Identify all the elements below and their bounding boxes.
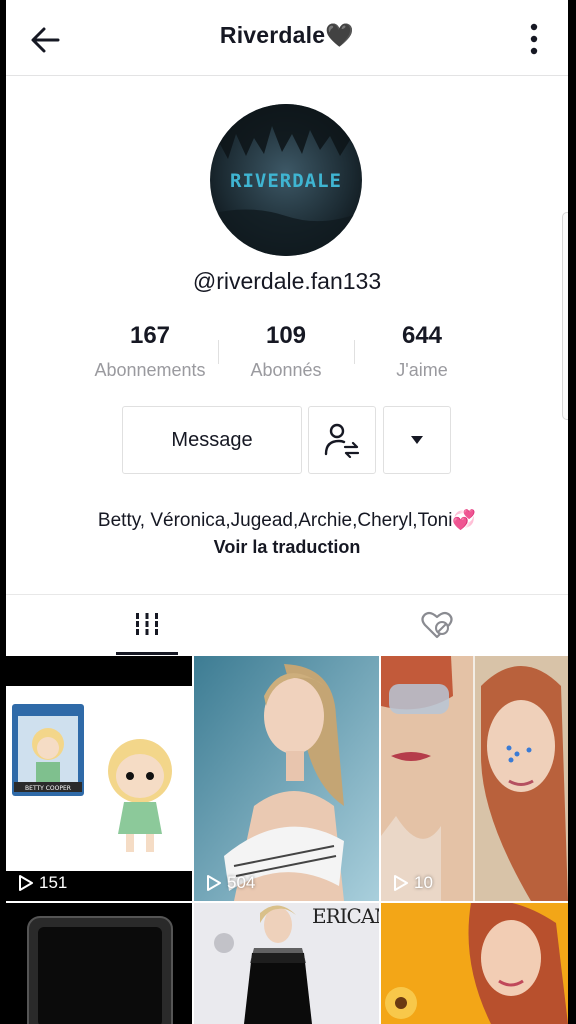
more-options-button[interactable]: [528, 22, 540, 56]
more-vertical-icon: [530, 23, 538, 55]
video-thumbnail: BETTY COOPER: [6, 686, 192, 871]
followers-label: Abonnés: [250, 360, 322, 380]
stat-followers[interactable]: 109 Abonnés: [236, 322, 336, 381]
figure-box-text: BETTY COOPER: [25, 785, 71, 792]
stat-divider: [218, 340, 219, 364]
page-title: Riverdale🖤: [219, 22, 355, 48]
video-tile[interactable]: [6, 903, 192, 1024]
scroll-handle[interactable]: [562, 212, 568, 420]
view-count: 504: [206, 873, 255, 893]
translate-link[interactable]: Voir la traduction: [6, 537, 568, 558]
play-icon: [19, 875, 33, 891]
avatar-image: RIVERDALE: [210, 104, 362, 256]
video-thumbnail: ERICAN MUSIC RDS: [194, 903, 379, 1024]
content-tabs: [6, 594, 568, 656]
tab-liked[interactable]: [406, 595, 468, 655]
stat-divider: [354, 340, 355, 364]
tile-overlay-text: ERICAN MUSIC RDS: [312, 904, 379, 928]
following-count: 167: [129, 322, 171, 349]
play-icon: [207, 875, 221, 891]
suggestions-dropdown-button[interactable]: [383, 406, 451, 474]
view-count: 10: [393, 873, 433, 893]
user-switch-icon: [324, 423, 360, 458]
view-count-value: 10: [414, 873, 433, 892]
stat-following[interactable]: 167 Abonnements: [86, 322, 214, 381]
message-button[interactable]: Message: [122, 406, 302, 474]
video-tile[interactable]: 10: [381, 656, 568, 901]
follow-toggle-button[interactable]: [308, 406, 376, 474]
video-thumbnail: [194, 656, 379, 901]
likes-count: 644: [401, 322, 443, 349]
video-tile[interactable]: [381, 903, 568, 1024]
avatar-text: RIVERDALE: [230, 170, 342, 192]
grid-icon: [134, 612, 160, 635]
followers-count: 109: [265, 322, 307, 349]
video-thumbnail: [381, 903, 568, 1024]
video-grid: BETTY COOPER 151 504 10 ERICA: [6, 656, 568, 1024]
tab-videos[interactable]: [116, 595, 178, 655]
stat-likes: 644 J'aime: [372, 322, 472, 381]
profile-screen: Riverdale🖤 RIVERDALE @riverdale.fan133 1…: [6, 0, 568, 1024]
top-bar: Riverdale🖤: [6, 0, 568, 76]
play-icon: [394, 875, 408, 891]
video-tile[interactable]: BETTY COOPER 151: [6, 656, 192, 901]
video-thumbnail: [381, 656, 568, 901]
caret-down-icon: [411, 436, 423, 444]
view-count: 151: [18, 873, 67, 893]
following-label: Abonnements: [94, 360, 206, 380]
view-count-value: 504: [227, 873, 256, 892]
video-thumbnail: [27, 916, 173, 1024]
likes-label: J'aime: [396, 360, 448, 380]
video-tile[interactable]: ERICAN MUSIC RDS: [194, 903, 379, 1024]
avatar[interactable]: RIVERDALE: [210, 104, 362, 256]
username: @riverdale.fan133: [192, 268, 382, 294]
video-tile[interactable]: 504: [194, 656, 379, 901]
view-count-value: 151: [39, 873, 68, 892]
bio-text: Betty, Véronica,Jugead,Archie,Cheryl,Ton…: [97, 510, 477, 531]
liked-heart-icon: [421, 611, 453, 639]
